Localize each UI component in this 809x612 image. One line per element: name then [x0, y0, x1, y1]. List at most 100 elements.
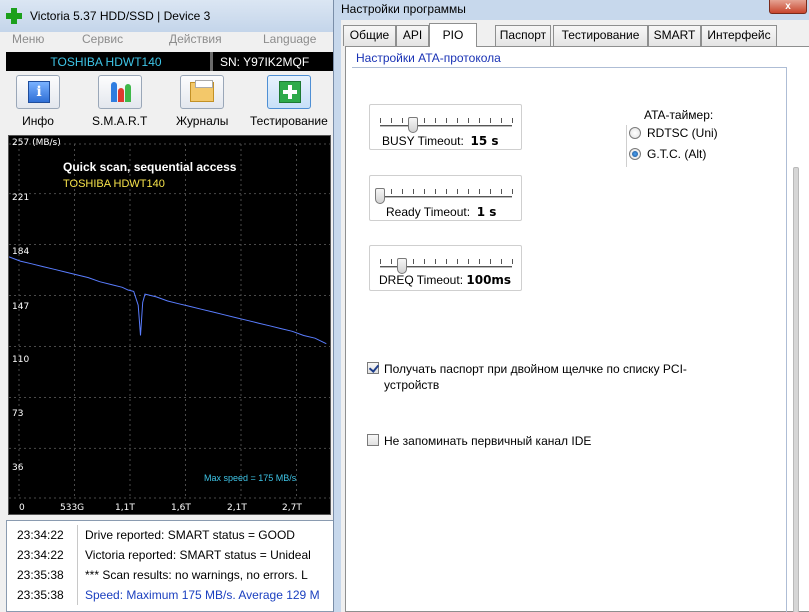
slider-tick [391, 189, 392, 194]
testing-button[interactable]: Тестирование [250, 75, 328, 131]
ready-timeout-group: Ready Timeout: 1 s [369, 175, 522, 221]
ata-timer-group-border [626, 125, 628, 167]
y-tick-label: 73 [12, 409, 24, 419]
slider-tick [490, 118, 491, 123]
radio-rdtsc[interactable]: RDTSC (Uni) [629, 126, 718, 140]
smart-button[interactable]: S.M.A.R.T [92, 75, 147, 131]
slider-thumb[interactable] [408, 117, 418, 133]
info-button-label: Инфо [22, 114, 54, 128]
tab-testing[interactable]: Тестирование [553, 25, 648, 46]
app-cross-icon [6, 8, 22, 24]
slider-tick [457, 118, 458, 123]
log-message: Victoria reported: SMART status = Unidea… [85, 548, 311, 562]
slider-tick [435, 118, 436, 123]
slider-tick [391, 259, 392, 264]
log-row: 23:34:22 Drive reported: SMART status = … [7, 525, 346, 545]
checkbox-passport-dblclick[interactable]: Получать паспорт при двойном щелчке по с… [367, 361, 717, 393]
log-message: *** Scan results: no warnings, no errors… [85, 568, 308, 582]
log-message: Speed: Maximum 175 MB/s. Average 129 M [85, 588, 320, 602]
tab-api[interactable]: API [396, 25, 429, 46]
ready-timeout-slider[interactable] [370, 176, 523, 204]
log-row: 23:35:38 Speed: Maximum 175 MB/s. Averag… [7, 585, 346, 605]
main-title-bar[interactable]: Victoria 5.37 HDD/SSD | Device 3 [0, 0, 345, 32]
slider-tick [468, 189, 469, 194]
menu-item-service[interactable]: Сервис [82, 32, 123, 46]
menu-item-actions[interactable]: Действия [169, 32, 222, 46]
slider-tick [380, 118, 381, 123]
slider-tick [490, 189, 491, 194]
menu-bar: Меню Сервис Действия Language [0, 32, 345, 50]
menu-item-menu[interactable]: Меню [12, 32, 44, 46]
slider-thumb[interactable] [397, 258, 407, 274]
x-tick-label: 1,6T [171, 503, 191, 513]
dreq-timeout-group: DREQ Timeout: 100ms [369, 245, 522, 291]
slider-tick [435, 259, 436, 264]
radio-gtc-circle[interactable] [629, 148, 641, 160]
busy-timeout-slider[interactable] [370, 105, 523, 133]
slider-thumb[interactable] [375, 188, 385, 204]
slider-tick [446, 118, 447, 123]
slider-tick [413, 259, 414, 264]
log-time: 23:34:22 [17, 548, 64, 562]
testing-button-frame [266, 75, 311, 109]
ata-timer-label: ATA-таймер: [644, 108, 714, 122]
slider-tick [479, 189, 480, 194]
slider-tick [501, 259, 502, 264]
tab-passport[interactable]: Паспорт [495, 25, 551, 46]
log-row: 23:34:22 Victoria reported: SMART status… [7, 545, 346, 565]
busy-timeout-label: BUSY Timeout: 15 s [382, 134, 499, 148]
slider-tick [457, 189, 458, 194]
tab-general[interactable]: Общие [343, 25, 396, 46]
log-row: 23:35:38 *** Scan results: no warnings, … [7, 565, 346, 585]
smart-button-label: S.M.A.R.T [92, 114, 148, 128]
tab-pio[interactable]: PIO [429, 23, 477, 47]
section-title: Настройки ATA-протокола [356, 51, 501, 65]
slider-tick [413, 189, 414, 194]
vertical-scrollbar[interactable] [793, 167, 799, 612]
y-tick-label: 221 [12, 193, 30, 203]
y-tick-top-unit: 257 (MB/s) [12, 138, 61, 148]
menu-item-language[interactable]: Language [263, 32, 316, 46]
slider-tick [446, 189, 447, 194]
x-tick-label: 2,1T [227, 503, 247, 513]
info-button-frame: i [16, 75, 60, 109]
checkbox-passport-dblclick-label: Получать паспорт при двойном щелчке по с… [384, 362, 687, 392]
slider-tick [468, 259, 469, 264]
y-tick-label: 110 [12, 355, 30, 365]
log-time: 23:35:38 [17, 568, 64, 582]
slider-track[interactable] [380, 125, 512, 127]
checkbox-no-remember-ide-box[interactable] [367, 434, 379, 446]
slider-tick [424, 189, 425, 194]
slider-tick [424, 118, 425, 123]
info-button[interactable]: i Инфо [16, 75, 60, 131]
radio-gtc[interactable]: G.T.C. (Alt) [629, 147, 706, 161]
settings-dialog-title: Настройки программы [341, 2, 466, 16]
log-divider [77, 565, 78, 585]
log-message: Drive reported: SMART status = GOOD [85, 528, 295, 542]
event-log[interactable]: 23:34:22 Drive reported: SMART status = … [6, 520, 345, 612]
screen: Victoria 5.37 HDD/SSD | Device 3 Меню Се… [0, 0, 809, 612]
busy-timeout-group: BUSY Timeout: 15 s [369, 104, 522, 150]
testing-button-label: Тестирование [250, 114, 328, 128]
graph-subtitle: TOSHIBA HDWT140 [63, 178, 165, 190]
y-tick-label: 147 [12, 302, 30, 312]
x-tick-label: 0 [19, 503, 25, 513]
radio-rdtsc-circle[interactable] [629, 127, 641, 139]
dreq-timeout-slider[interactable] [370, 246, 523, 274]
tab-interface[interactable]: Интерфейс [701, 25, 777, 46]
logs-button[interactable]: Журналы [176, 75, 228, 131]
close-button[interactable]: x [769, 0, 807, 14]
graph-max-speed: Max speed = 175 MB/s [204, 473, 297, 483]
settings-tabs: Общие API PIO Паспорт Тестирование SMART… [341, 23, 809, 47]
slider-tick [402, 189, 403, 194]
slider-track[interactable] [380, 196, 512, 198]
y-tick-label: 184 [12, 247, 30, 257]
checkbox-no-remember-ide[interactable]: Не запоминать первичный канал IDE [367, 433, 717, 449]
log-time: 23:35:38 [17, 588, 64, 602]
info-icon: i [28, 81, 50, 103]
tab-smart[interactable]: SMART [648, 25, 701, 46]
checkbox-passport-dblclick-box[interactable] [367, 362, 379, 374]
slider-tick [512, 259, 513, 264]
checkbox-no-remember-ide-label: Не запоминать первичный канал IDE [384, 434, 592, 448]
x-tick-label: 533G [60, 503, 85, 513]
